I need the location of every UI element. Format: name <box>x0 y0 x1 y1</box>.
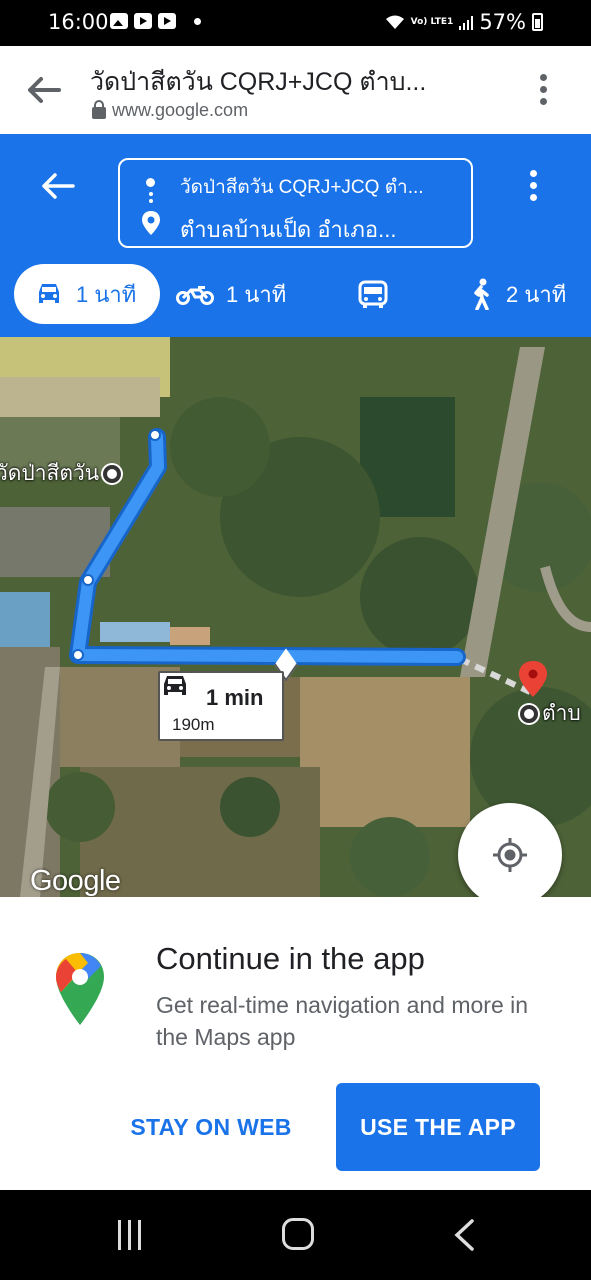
google-attribution: Google <box>30 865 121 897</box>
destination-marker[interactable]: ตำบ <box>520 697 581 730</box>
destination-ring-icon <box>520 704 538 723</box>
transit-icon <box>358 280 388 308</box>
browser-toolbar: วัดป่าสีตวัน CQRJ+JCQ ตำบ... www.google.… <box>0 46 591 134</box>
tab-motorcycle[interactable]: 1 นาที <box>176 264 286 324</box>
route-inputs[interactable]: วัดป่าสีตวัน CQRJ+JCQ ตำ... ตำบลบ้านเป็ด… <box>118 158 473 248</box>
stay-on-web-button[interactable]: STAY ON WEB <box>118 1083 304 1171</box>
more-vert-icon[interactable] <box>529 170 537 201</box>
use-the-app-button[interactable]: USE THE APP <box>336 1083 540 1171</box>
status-bar: 16:00 Vo) LTE1 57% <box>0 0 591 46</box>
sheet-description: Get real-time navigation and more in the… <box>156 992 529 1050</box>
motorcycle-icon <box>176 286 214 305</box>
car-duration: 1 นาที <box>76 281 137 307</box>
notification-icons <box>110 13 201 29</box>
status-time: 16:00 <box>48 10 109 34</box>
network-type-label: Vo) LTE1 <box>410 16 454 27</box>
battery-percent: 57% <box>479 10 526 34</box>
home-icon[interactable] <box>282 1218 314 1250</box>
recent-apps-icon[interactable] <box>118 1220 148 1250</box>
origin-field[interactable]: วัดป่าสีตวัน CQRJ+JCQ ตำ... <box>180 172 424 202</box>
travel-mode-tabs: 1 นาที 1 นาที 2 นาที <box>0 264 591 324</box>
page-title: วัดป่าสีตวัน CQRJ+JCQ ตำบ... <box>90 68 427 96</box>
back-nav-icon[interactable] <box>452 1218 476 1252</box>
google-maps-logo-icon <box>56 953 104 1025</box>
signal-icon <box>459 14 474 30</box>
route-time: 1 min <box>206 685 264 710</box>
origin-marker[interactable]: วัดป่าสีตวัน <box>0 457 122 490</box>
route-distance: 190m <box>172 715 215 734</box>
youtube-icon <box>134 13 152 29</box>
destination-field[interactable]: ตำบลบ้านเป็ด อำเภอ... <box>180 212 396 247</box>
youtube-icon <box>158 13 176 29</box>
more-vert-icon[interactable] <box>539 74 547 105</box>
my-location-icon <box>493 838 527 872</box>
origin-ring-icon <box>103 464 122 483</box>
tab-walk[interactable]: 2 นาที <box>468 264 566 324</box>
destination-pin-icon <box>142 211 160 235</box>
directions-header: วัดป่าสีตวัน CQRJ+JCQ ตำ... ตำบลบ้านเป็ด… <box>0 134 591 337</box>
back-arrow-icon[interactable] <box>40 170 76 202</box>
origin-label: วัดป่าสีตวัน <box>0 462 100 485</box>
url-text: www.google.com <box>112 100 249 120</box>
sheet-title: Continue in the app <box>156 941 425 976</box>
motorcycle-duration: 1 นาที <box>226 281 287 307</box>
notification-dot-icon <box>194 17 201 25</box>
lock-icon <box>92 99 106 119</box>
system-nav-bar <box>0 1190 591 1280</box>
car-icon <box>164 676 186 695</box>
tab-car[interactable]: 1 นาที <box>14 264 160 324</box>
route-callout[interactable]: 1 min 190m <box>158 671 284 741</box>
walk-duration: 2 นาที <box>506 281 567 307</box>
url-display[interactable]: www.google.com <box>92 99 249 121</box>
destination-label: ตำบ <box>542 702 581 725</box>
gallery-icon <box>110 13 128 29</box>
continue-in-app-sheet: Continue in the app Get real-time naviga… <box>0 897 591 1190</box>
walk-icon <box>474 278 489 310</box>
wifi-icon <box>385 15 404 29</box>
map-view[interactable]: วัดป่าสีตวัน ตำบ 1 min 190m Google <box>0 337 591 897</box>
route-dots-icon <box>149 192 153 206</box>
system-icons: Vo) LTE1 57% <box>385 10 543 34</box>
battery-charging-icon <box>532 13 543 31</box>
my-location-button[interactable] <box>458 803 562 897</box>
car-icon <box>39 284 59 303</box>
tab-transit[interactable] <box>356 264 390 324</box>
back-arrow-icon[interactable] <box>26 74 62 106</box>
origin-dot-icon <box>146 178 155 187</box>
